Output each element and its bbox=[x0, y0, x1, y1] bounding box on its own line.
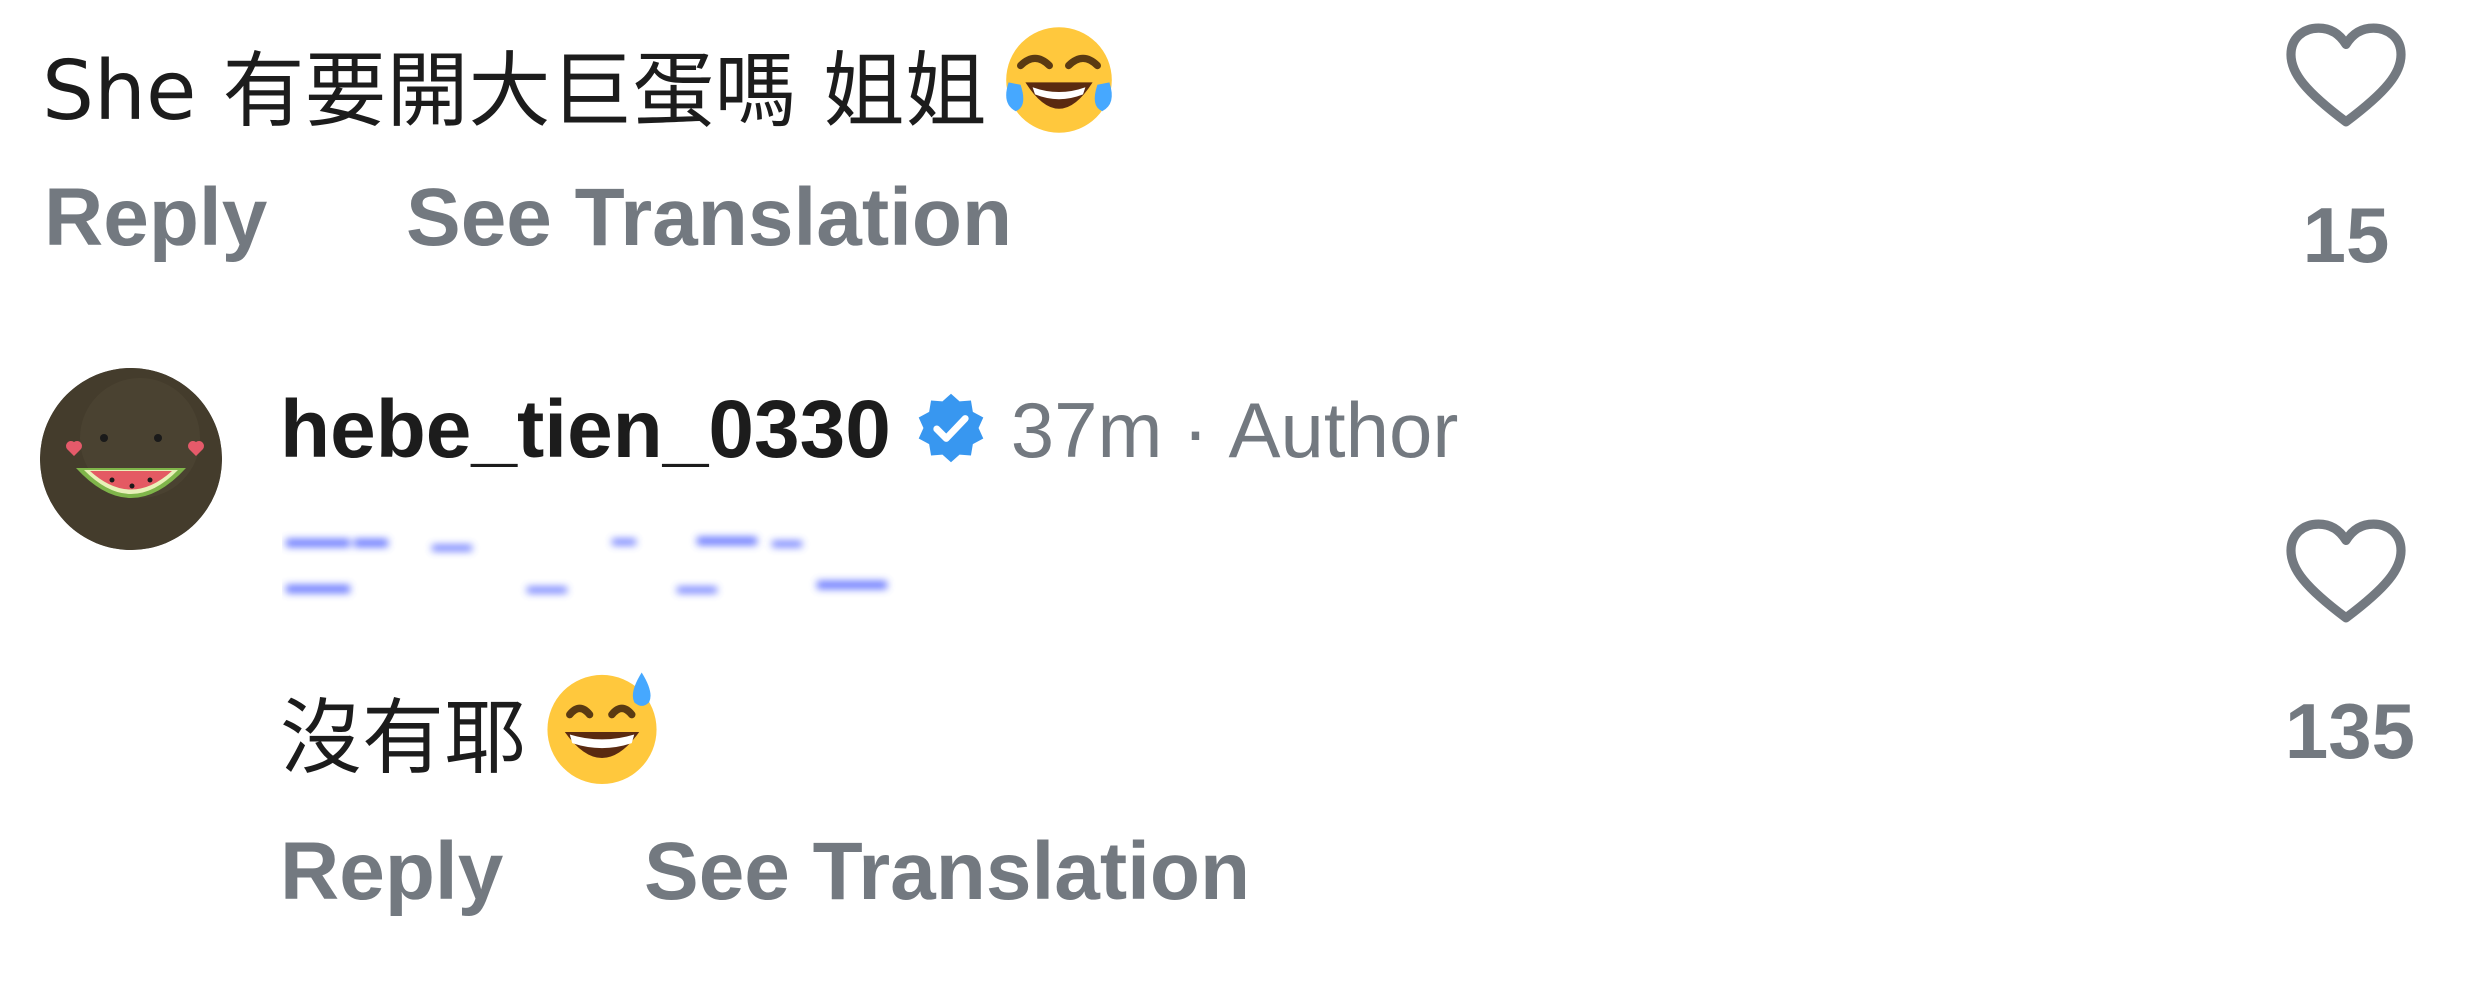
comment-2-text: 沒有耶 bbox=[280, 690, 527, 786]
comment-2-username[interactable]: hebe_tien_0330 bbox=[280, 383, 891, 477]
verified-badge-icon bbox=[913, 390, 989, 470]
grinning-sweat-emoji bbox=[540, 665, 664, 812]
comment-1-text: She 有要開大巨蛋嗎 姐姐 bbox=[42, 43, 987, 139]
laughing-with-tears-emoji bbox=[999, 20, 1119, 163]
comment-1-like-heart-icon[interactable] bbox=[2284, 22, 2408, 134]
comment-2-author-badge: Author bbox=[1228, 385, 1459, 474]
comment-1-see-translation-button[interactable]: See Translation bbox=[406, 168, 1012, 268]
comment-1-reply-button[interactable]: Reply bbox=[44, 168, 267, 268]
comment-2-like-count: 135 bbox=[2284, 687, 2416, 775]
comment-2-timestamp: 37m bbox=[1010, 385, 1163, 474]
meta-separator: · bbox=[1182, 385, 1209, 474]
comment-1-text-row: She 有要開大巨蛋嗎 姐姐 bbox=[42, 20, 1119, 163]
comment-2-text-row: 沒有耶 bbox=[280, 665, 664, 812]
blurred-mention[interactable] bbox=[282, 515, 982, 605]
comment-2-reply-button[interactable]: Reply bbox=[280, 822, 503, 922]
comment-2-like-heart-icon[interactable] bbox=[2284, 518, 2408, 630]
avatar[interactable] bbox=[40, 368, 222, 550]
comment-2-see-translation-button[interactable]: See Translation bbox=[644, 822, 1250, 922]
comment-2-header: hebe_tien_0330 37m · Author bbox=[280, 380, 1458, 480]
comment-1-like-count: 15 bbox=[2302, 191, 2390, 279]
